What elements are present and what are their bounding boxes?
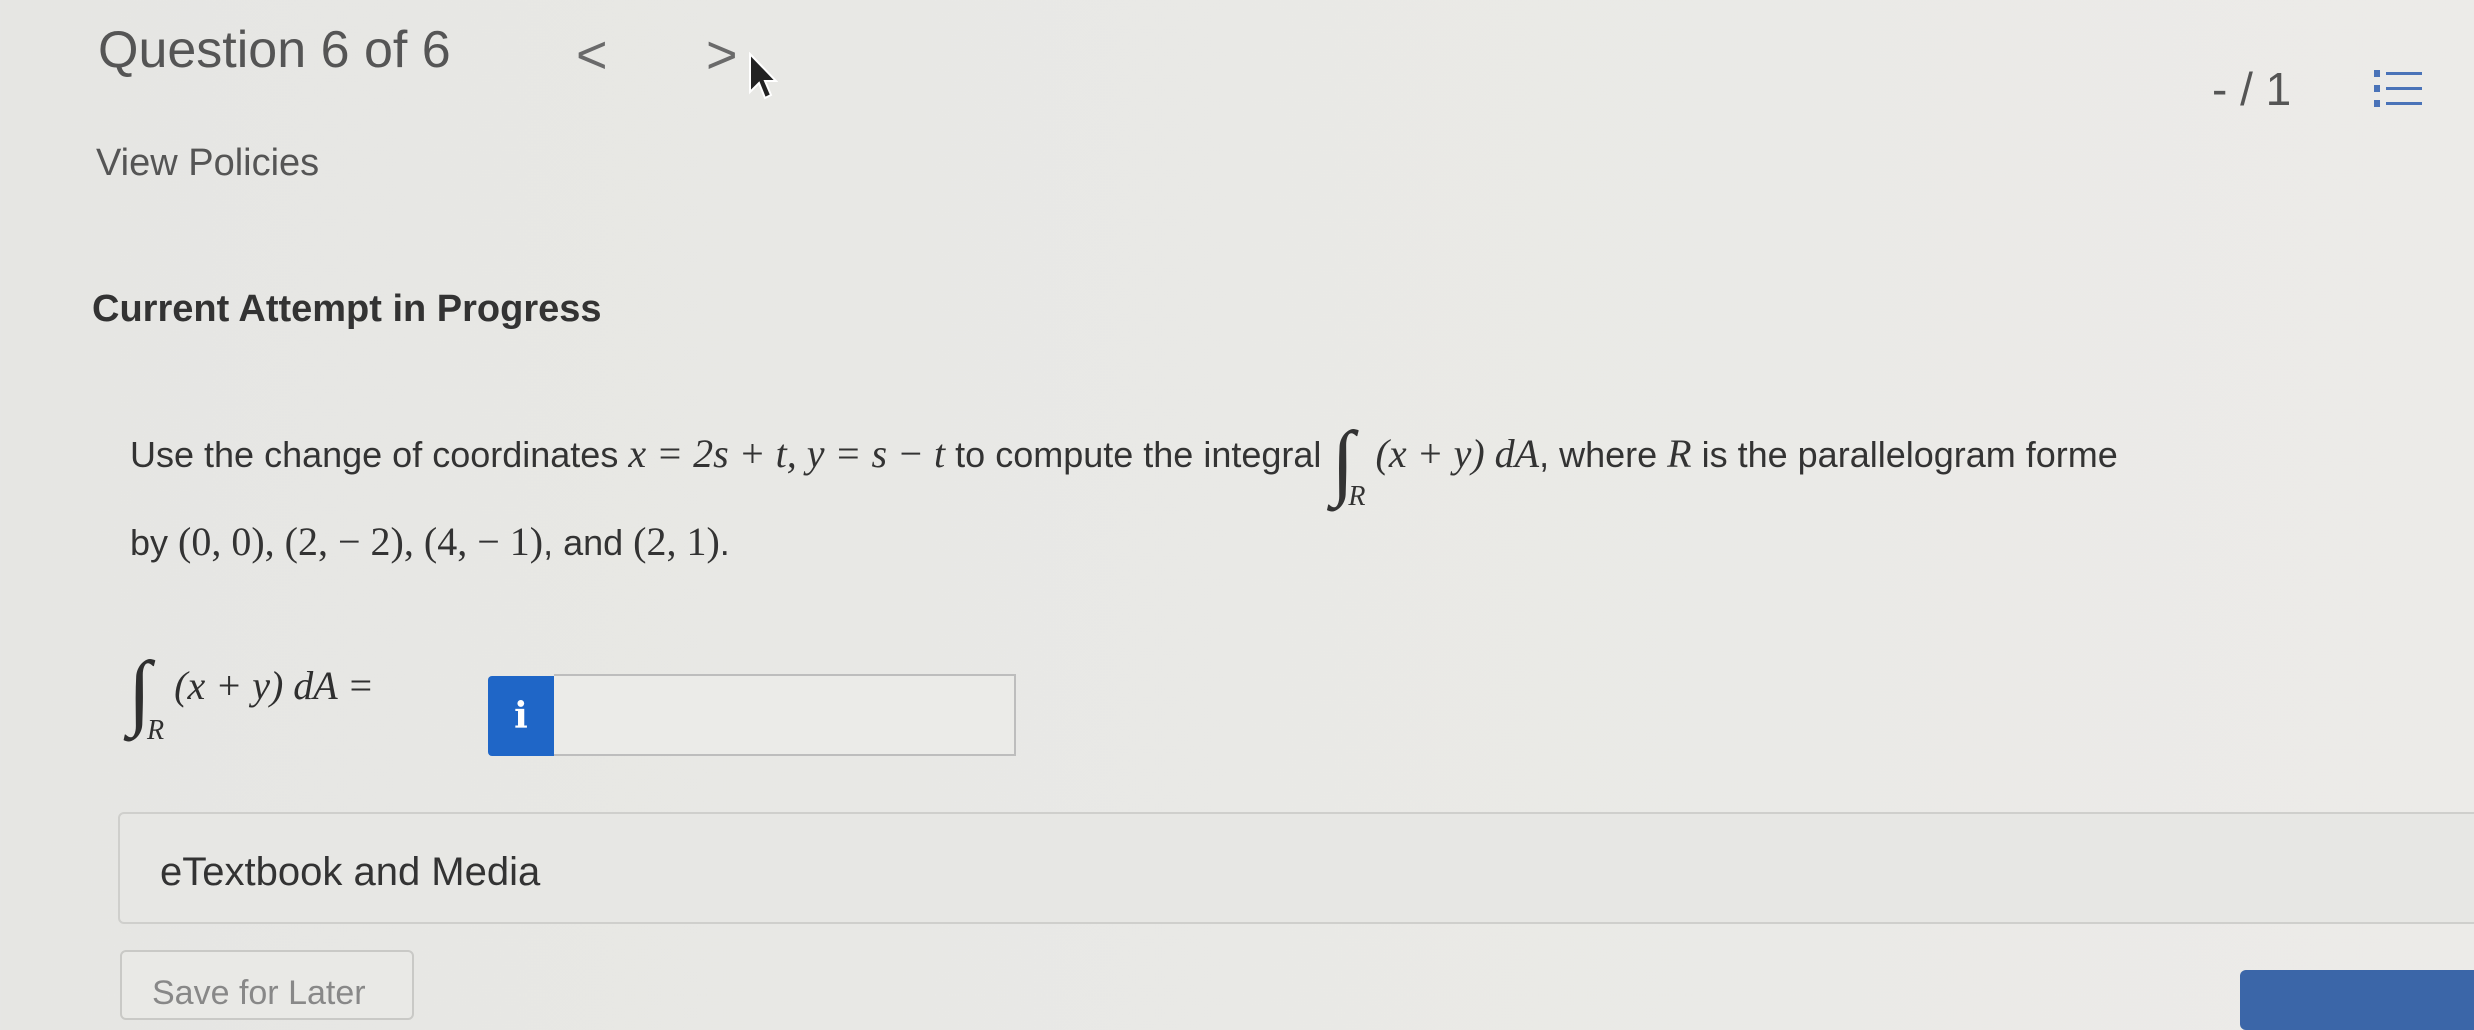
question-title: Question 6 of 6: [98, 21, 451, 79]
question-text: , where: [1539, 434, 1668, 475]
question-text: is the parallelogram forme: [1691, 434, 2118, 475]
next-question-button[interactable]: >: [706, 24, 738, 86]
mouse-cursor-icon: [749, 52, 778, 100]
view-policies-link[interactable]: View Policies: [96, 142, 319, 185]
answer-expression: ∫R(x + y) dA =: [128, 650, 374, 747]
question-text-line1: Use the change of coordinates x = 2s + t…: [130, 420, 2118, 513]
question-text: by: [130, 522, 179, 563]
prev-question-button[interactable]: <: [576, 24, 608, 86]
integral-region-subscript: R: [1348, 481, 1366, 512]
coordinate-change-formula: x = 2s + t, y = s − t: [628, 431, 946, 476]
etextbook-media-panel[interactable]: eTextbook and Media: [118, 812, 2474, 924]
numbered-list-icon[interactable]: [2372, 64, 2424, 114]
save-for-later-button[interactable]: Save for Later: [120, 950, 414, 1020]
last-vertex: (2, 1): [633, 519, 720, 564]
info-icon: i: [514, 695, 528, 737]
question-text: , and: [543, 522, 634, 563]
region-symbol: R: [1667, 431, 1692, 476]
attempt-heading: Current Attempt in Progress: [92, 288, 602, 330]
vertices-list: (0, 0), (2, − 2), (4, − 1): [178, 519, 544, 564]
question-text: .: [719, 522, 730, 563]
answer-integrand: (x + y) dA =: [174, 663, 374, 708]
question-text: to compute the integral: [945, 434, 1332, 475]
submit-answer-button[interactable]: [2240, 970, 2474, 1030]
integral-region-subscript: R: [147, 715, 165, 746]
answer-input[interactable]: [554, 674, 1016, 756]
info-button[interactable]: i: [488, 676, 554, 756]
question-text-line2: by (0, 0), (2, − 2), (4, − 1), and (2, 1…: [130, 518, 730, 565]
score-display: - / 1: [2212, 63, 2292, 115]
integrand: (x + y) dA: [1375, 431, 1540, 476]
question-text: Use the change of coordinates: [130, 434, 629, 475]
